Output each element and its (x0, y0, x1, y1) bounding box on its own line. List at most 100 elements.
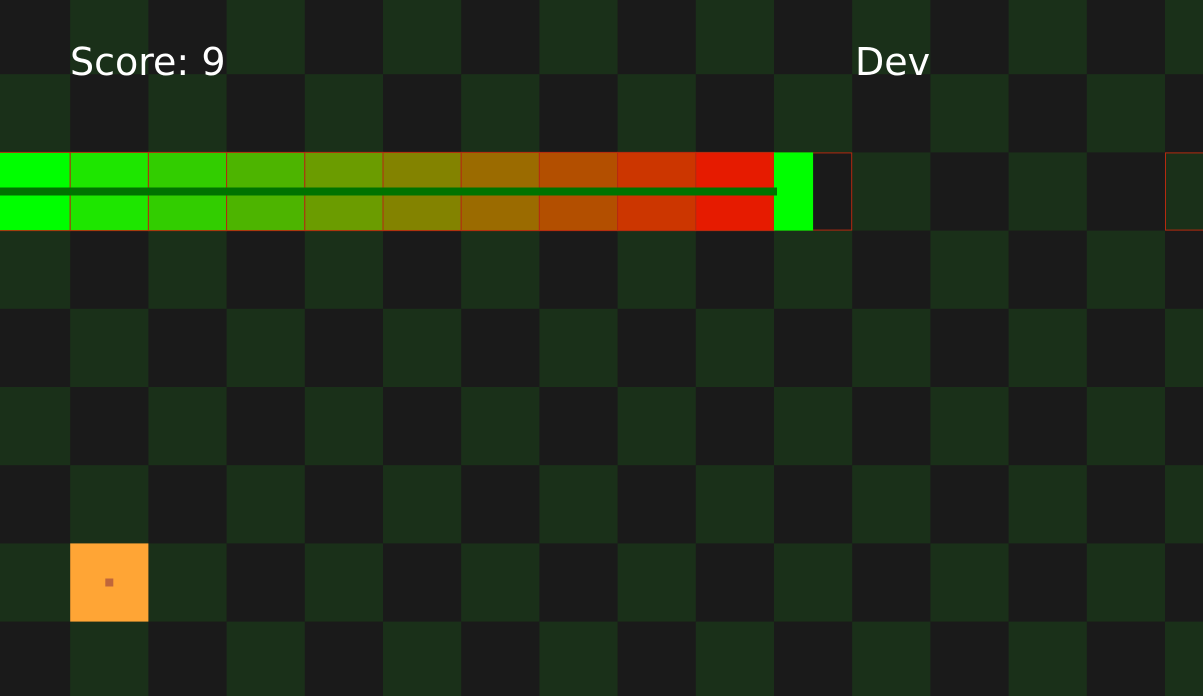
board-cell (695, 308, 775, 388)
board-cell (930, 152, 1010, 232)
board-cell (1165, 74, 1203, 153)
board-cell (1008, 74, 1088, 153)
board-cell (1086, 308, 1166, 388)
board-cell (226, 621, 306, 696)
snake (0, 151, 814, 232)
board-cell (304, 621, 384, 696)
board-cell (774, 387, 853, 466)
board-cell (226, 543, 306, 623)
board-cell (852, 543, 931, 623)
board-cell (1008, 621, 1088, 696)
board-cell (930, 543, 1010, 623)
board-cell (852, 465, 931, 544)
score-display: Score: 9 (70, 43, 226, 81)
board-cell (0, 621, 71, 696)
board-cell (1086, 465, 1166, 544)
board-cell (852, 387, 931, 466)
board-cell (617, 543, 697, 623)
mode-label: Dev (855, 40, 931, 84)
board-cell (930, 230, 1010, 310)
board-cell (1165, 621, 1203, 696)
board-cell (774, 465, 853, 544)
board-cell (1165, 308, 1203, 388)
board-cell (70, 465, 149, 544)
board-cell (852, 621, 931, 696)
board-cell (617, 387, 697, 466)
board-cell (539, 387, 619, 466)
board-cell (930, 465, 1010, 544)
board-cell (148, 387, 228, 466)
game-stage[interactable]: Score: 9 Dev (0, 0, 1203, 696)
board-cell (461, 465, 540, 544)
board-cell (383, 0, 462, 75)
board-cell (1008, 0, 1088, 75)
board-cell (774, 74, 853, 153)
board-cell (1086, 387, 1166, 466)
board-cell (539, 543, 619, 623)
board-cell (1008, 387, 1088, 466)
board-cell (383, 74, 462, 153)
board-cell (148, 621, 228, 696)
board-cell (70, 621, 149, 696)
food (70, 543, 149, 622)
board-cell (1165, 230, 1203, 310)
board-cell (852, 230, 931, 310)
board-cell (383, 308, 462, 388)
board-cell (383, 230, 462, 310)
board-cell (148, 230, 228, 310)
board-cell (695, 0, 775, 75)
board-cell (1086, 152, 1166, 232)
board-cell (539, 465, 619, 544)
board-cell (461, 543, 540, 623)
board-cell (617, 0, 697, 75)
board-cell (148, 308, 228, 388)
board-cell (774, 230, 853, 310)
game-board[interactable] (0, 0, 1203, 696)
board-cell (852, 152, 931, 232)
board-cell (226, 308, 306, 388)
board-cell (930, 74, 1010, 153)
snake-spine (0, 187, 777, 196)
score-value: 9 (201, 40, 226, 84)
checkerboard (0, 0, 1203, 696)
board-cell (539, 308, 619, 388)
board-cell (695, 387, 775, 466)
board-cell (695, 465, 775, 544)
board-cell (0, 74, 71, 153)
board-cell (461, 0, 540, 75)
board-cell (1165, 387, 1203, 466)
board-cell (148, 74, 228, 153)
board-cell (1008, 308, 1088, 388)
snake-head (774, 152, 814, 231)
board-cell (461, 308, 540, 388)
board-cell (539, 0, 619, 75)
board-cell (461, 74, 540, 153)
board-cell (1086, 621, 1166, 696)
board-cell (695, 74, 775, 153)
board-cell (304, 74, 384, 153)
board-cell (148, 465, 228, 544)
board-cell (1165, 465, 1203, 544)
board-cell (852, 308, 931, 388)
board-cell (1086, 0, 1166, 75)
board-cell (0, 0, 71, 75)
board-cell (226, 387, 306, 466)
board-cell (226, 230, 306, 310)
board-cell (774, 308, 853, 388)
board-cell (70, 387, 149, 466)
board-cell (930, 308, 1010, 388)
board-cell (304, 0, 384, 75)
board-cell (539, 230, 619, 310)
board-cell (461, 621, 540, 696)
board-cell (1165, 152, 1203, 232)
board-cell (617, 621, 697, 696)
board-cell (930, 387, 1010, 466)
board-cell (774, 543, 853, 623)
board-cell (148, 543, 228, 623)
board-cell (1008, 465, 1088, 544)
board-cell (1165, 543, 1203, 623)
board-cell (304, 543, 384, 623)
board-cell (304, 230, 384, 310)
board-cell (617, 230, 697, 310)
board-cell (1008, 543, 1088, 623)
